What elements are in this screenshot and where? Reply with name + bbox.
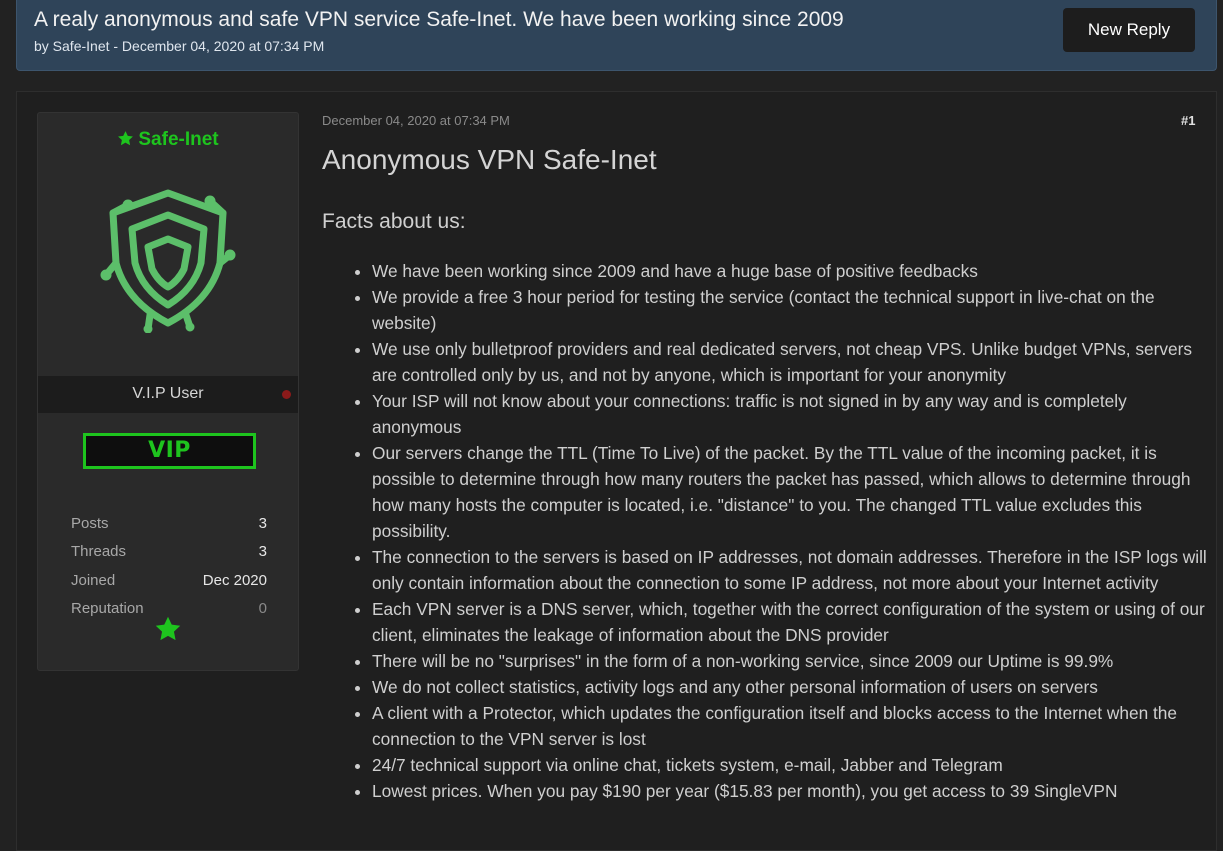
vip-badge: VIP — [83, 433, 256, 469]
post-number-link[interactable]: #1 — [1181, 113, 1195, 128]
post: Safe-Inet V.I.P User VIP Posts 3 Threads… — [16, 91, 1217, 851]
list-item: We provide a free 3 hour period for test… — [372, 284, 1207, 336]
thread-header: A realy anonymous and safe VPN service S… — [16, 0, 1217, 71]
username-text: Safe-Inet — [138, 129, 219, 150]
offline-status-dot — [282, 390, 291, 399]
stat-value[interactable]: 0 — [259, 600, 267, 617]
new-reply-button[interactable]: New Reply — [1063, 8, 1195, 52]
stat-value[interactable]: 3 — [259, 515, 267, 532]
list-item: Our servers change the TTL (Time To Live… — [372, 440, 1207, 544]
reputation-star-icon — [155, 616, 181, 641]
post-heading: Anonymous VPN Safe-Inet — [322, 144, 657, 175]
list-item: We use only bulletproof providers and re… — [372, 336, 1207, 388]
list-item: There will be no "surprises" in the form… — [372, 648, 1207, 674]
user-title-bar: V.I.P User — [38, 376, 298, 413]
star-icon — [118, 131, 134, 146]
stat-value: Dec 2020 — [202, 572, 267, 589]
list-item: We have been working since 2009 and have… — [372, 258, 1207, 284]
thread-title: A realy anonymous and safe VPN service S… — [34, 8, 844, 31]
list-item: A client with a Protector, which updates… — [372, 700, 1207, 752]
post-subheading: Facts about us: — [322, 210, 466, 233]
stat-threads: Threads 3 — [71, 543, 267, 563]
username-link[interactable]: Safe-Inet — [38, 129, 298, 151]
stat-label: Posts — [71, 515, 109, 532]
facts-list: We have been working since 2009 and have… — [372, 258, 1207, 804]
list-item: Your ISP will not know about your connec… — [372, 388, 1207, 440]
stat-label: Joined — [71, 572, 116, 589]
list-item: The connection to the servers is based o… — [372, 544, 1207, 596]
stat-label: Reputation — [71, 600, 144, 617]
stat-value[interactable]: 3 — [259, 543, 267, 560]
list-item: Lowest prices. When you pay $190 per yea… — [372, 778, 1207, 804]
stat-label: Threads — [71, 543, 127, 560]
stat-joined: Joined Dec 2020 — [71, 572, 267, 592]
list-item: 24/7 technical support via online chat, … — [372, 752, 1207, 778]
user-title: V.I.P User — [132, 385, 204, 402]
avatar[interactable] — [98, 183, 238, 333]
list-item: Each VPN server is a DNS server, which, … — [372, 596, 1207, 648]
list-item: We do not collect statistics, activity l… — [372, 674, 1207, 700]
thread-meta: by Safe-Inet - December 04, 2020 at 07:3… — [34, 38, 325, 54]
stat-posts: Posts 3 — [71, 515, 267, 535]
post-date: December 04, 2020 at 07:34 PM — [322, 113, 510, 128]
user-card: Safe-Inet V.I.P User VIP Posts 3 Threads… — [37, 112, 299, 671]
